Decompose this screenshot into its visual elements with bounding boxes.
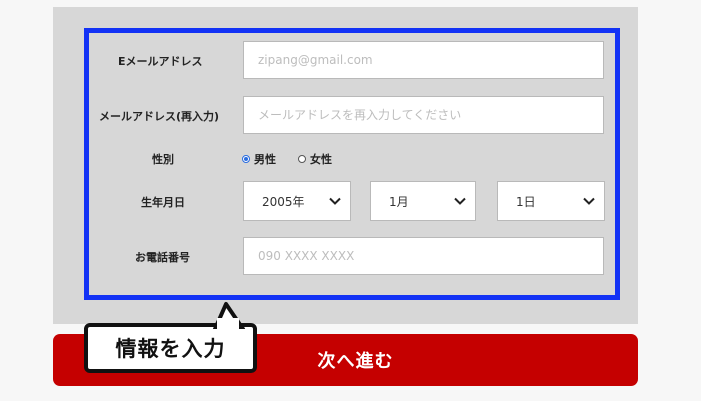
birth-day-value: 1日 [516,194,536,209]
chevron-down-icon [454,197,466,205]
callout-text: 情報を入力 [115,337,226,361]
radio-checked-icon[interactable] [242,155,250,163]
birth-year-value: 2005年 [262,194,305,209]
email-label: Eメールアドレス [118,55,203,68]
gender-option-label: 男性 [254,153,276,166]
gender-option-label: 女性 [310,153,332,166]
email-confirm-field[interactable] [243,96,604,134]
gender-label: 性別 [152,153,174,166]
birth-day-select[interactable]: 1日 [497,181,605,221]
gender-radio-group: 男性 女性 [242,151,354,167]
callout-bubble: 情報を入力 [84,323,257,373]
email-confirm-label: メールアドレス(再入力) [99,110,220,123]
phone-field[interactable] [243,237,604,275]
radio-unchecked-icon[interactable] [298,155,306,163]
callout-tail-cover [217,318,239,330]
birthdate-label: 生年月日 [141,196,185,209]
email-field[interactable] [243,41,604,79]
birth-month-value: 1月 [389,194,409,209]
birth-month-select[interactable]: 1月 [370,181,476,221]
chevron-down-icon [329,197,341,205]
chevron-down-icon [583,197,595,205]
gender-option-female[interactable]: 女性 [298,151,332,167]
birth-year-select[interactable]: 2005年 [243,181,351,221]
gender-option-male[interactable]: 男性 [242,151,276,167]
phone-label: お電話番号 [135,251,190,264]
